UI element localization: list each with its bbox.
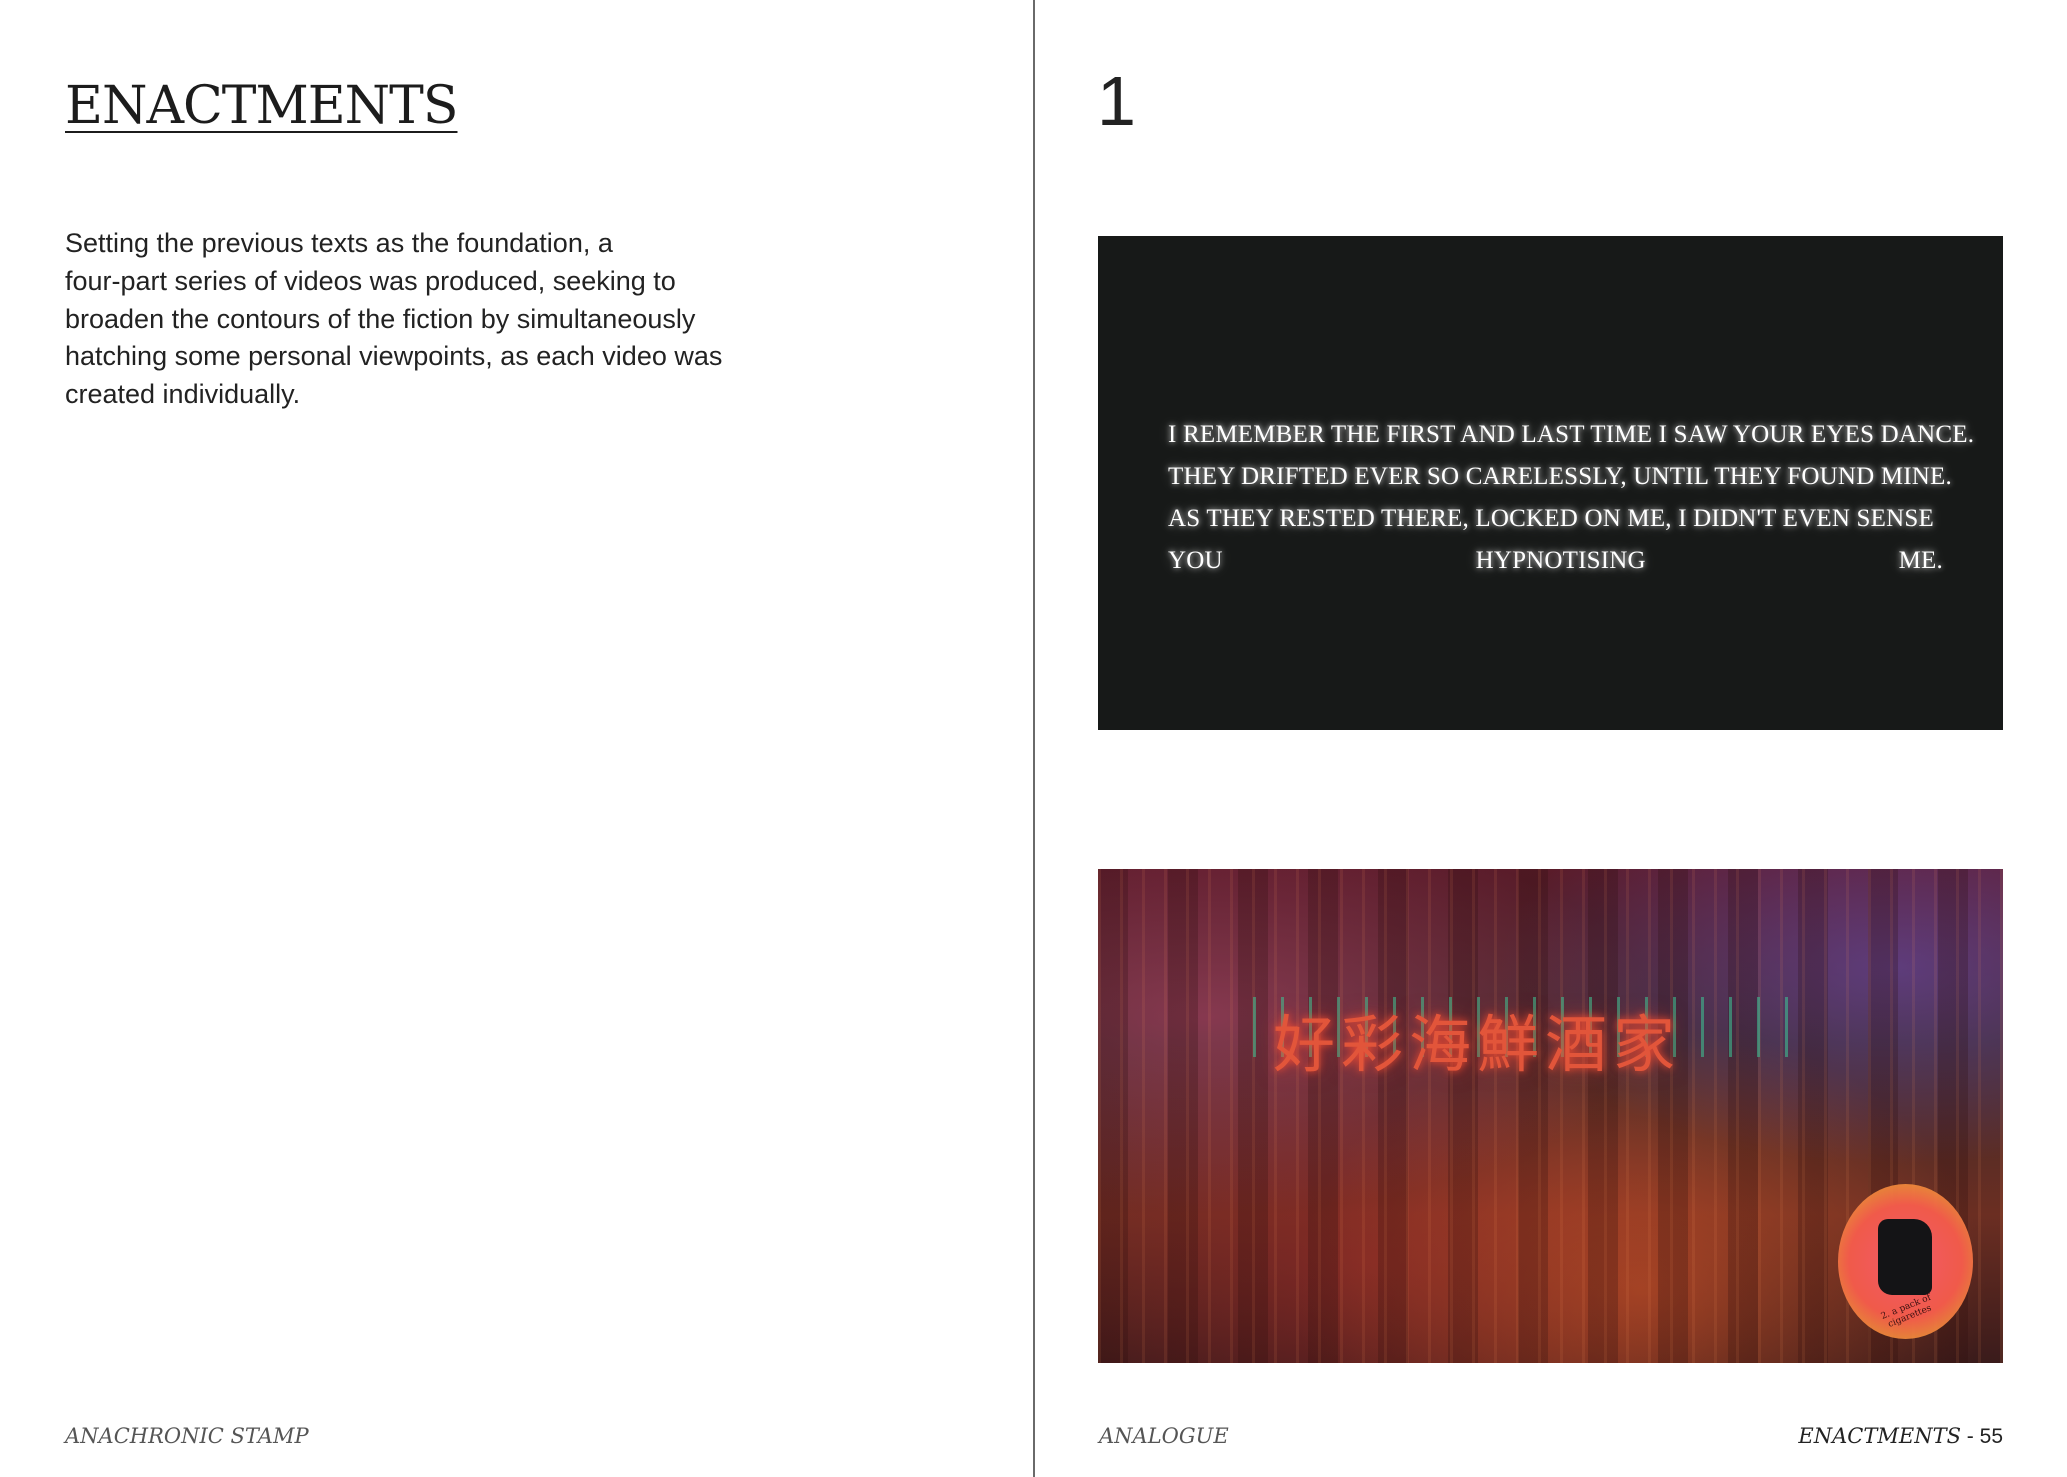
- page-title: ENACTMENTS: [65, 76, 458, 136]
- body-line: broaden the contours of the fiction by s…: [65, 303, 696, 334]
- quote-word: YOU: [1168, 547, 1223, 574]
- chapter-number: 1: [1097, 62, 1136, 140]
- footer-right-running-title: ANALOGUE: [1099, 1424, 1229, 1448]
- quote-text: I REMEMBER THE FIRST AND LAST TIME I SAW…: [1168, 414, 1975, 582]
- quote-word: HYPNOTISING: [1475, 547, 1646, 574]
- footer-left-running-title: ANACHRONIC STAMP: [65, 1424, 309, 1448]
- page-spine: [1033, 0, 1035, 1477]
- body-paragraph: Setting the previous texts as the founda…: [65, 225, 785, 414]
- body-line: created individually.: [65, 379, 301, 410]
- quote-line: I REMEMBER THE FIRST AND LAST TIME I SAW…: [1168, 421, 1975, 448]
- page-number: 55: [1979, 1425, 2003, 1448]
- quote-last-line: YOU HYPNOTISING ME.: [1168, 540, 1943, 582]
- body-line: Setting the previous texts as the founda…: [65, 228, 613, 258]
- neon-sign-text: 好彩海鮮酒家: [1273, 1008, 1682, 1081]
- video-still-neon-street-photo: 好彩海鮮酒家 2. a pack of cigarettes: [1098, 869, 2003, 1363]
- quote-word: ME.: [1898, 547, 1943, 574]
- quote-line: AS THEY RESTED THERE, LOCKED ON ME, I DI…: [1168, 505, 1934, 532]
- quote-line: THEY DRIFTED EVER SO CARELESSLY, UNTIL T…: [1168, 463, 1952, 490]
- footer-separator: -: [1960, 1425, 1980, 1448]
- body-line: four-part series of videos was produced,…: [65, 265, 676, 296]
- footer-section-title: ENACTMENTS: [1798, 1424, 1961, 1448]
- body-line: hatching some personal viewpoints, as ea…: [65, 341, 723, 372]
- footer-page-number: ENACTMENTS - 55: [1798, 1424, 2003, 1449]
- video-still-text-frame: I REMEMBER THE FIRST AND LAST TIME I SAW…: [1098, 236, 2003, 730]
- cigarette-pack-icon: [1878, 1219, 1932, 1295]
- cigarette-pack-badge: 2. a pack of cigarettes: [1838, 1184, 1973, 1339]
